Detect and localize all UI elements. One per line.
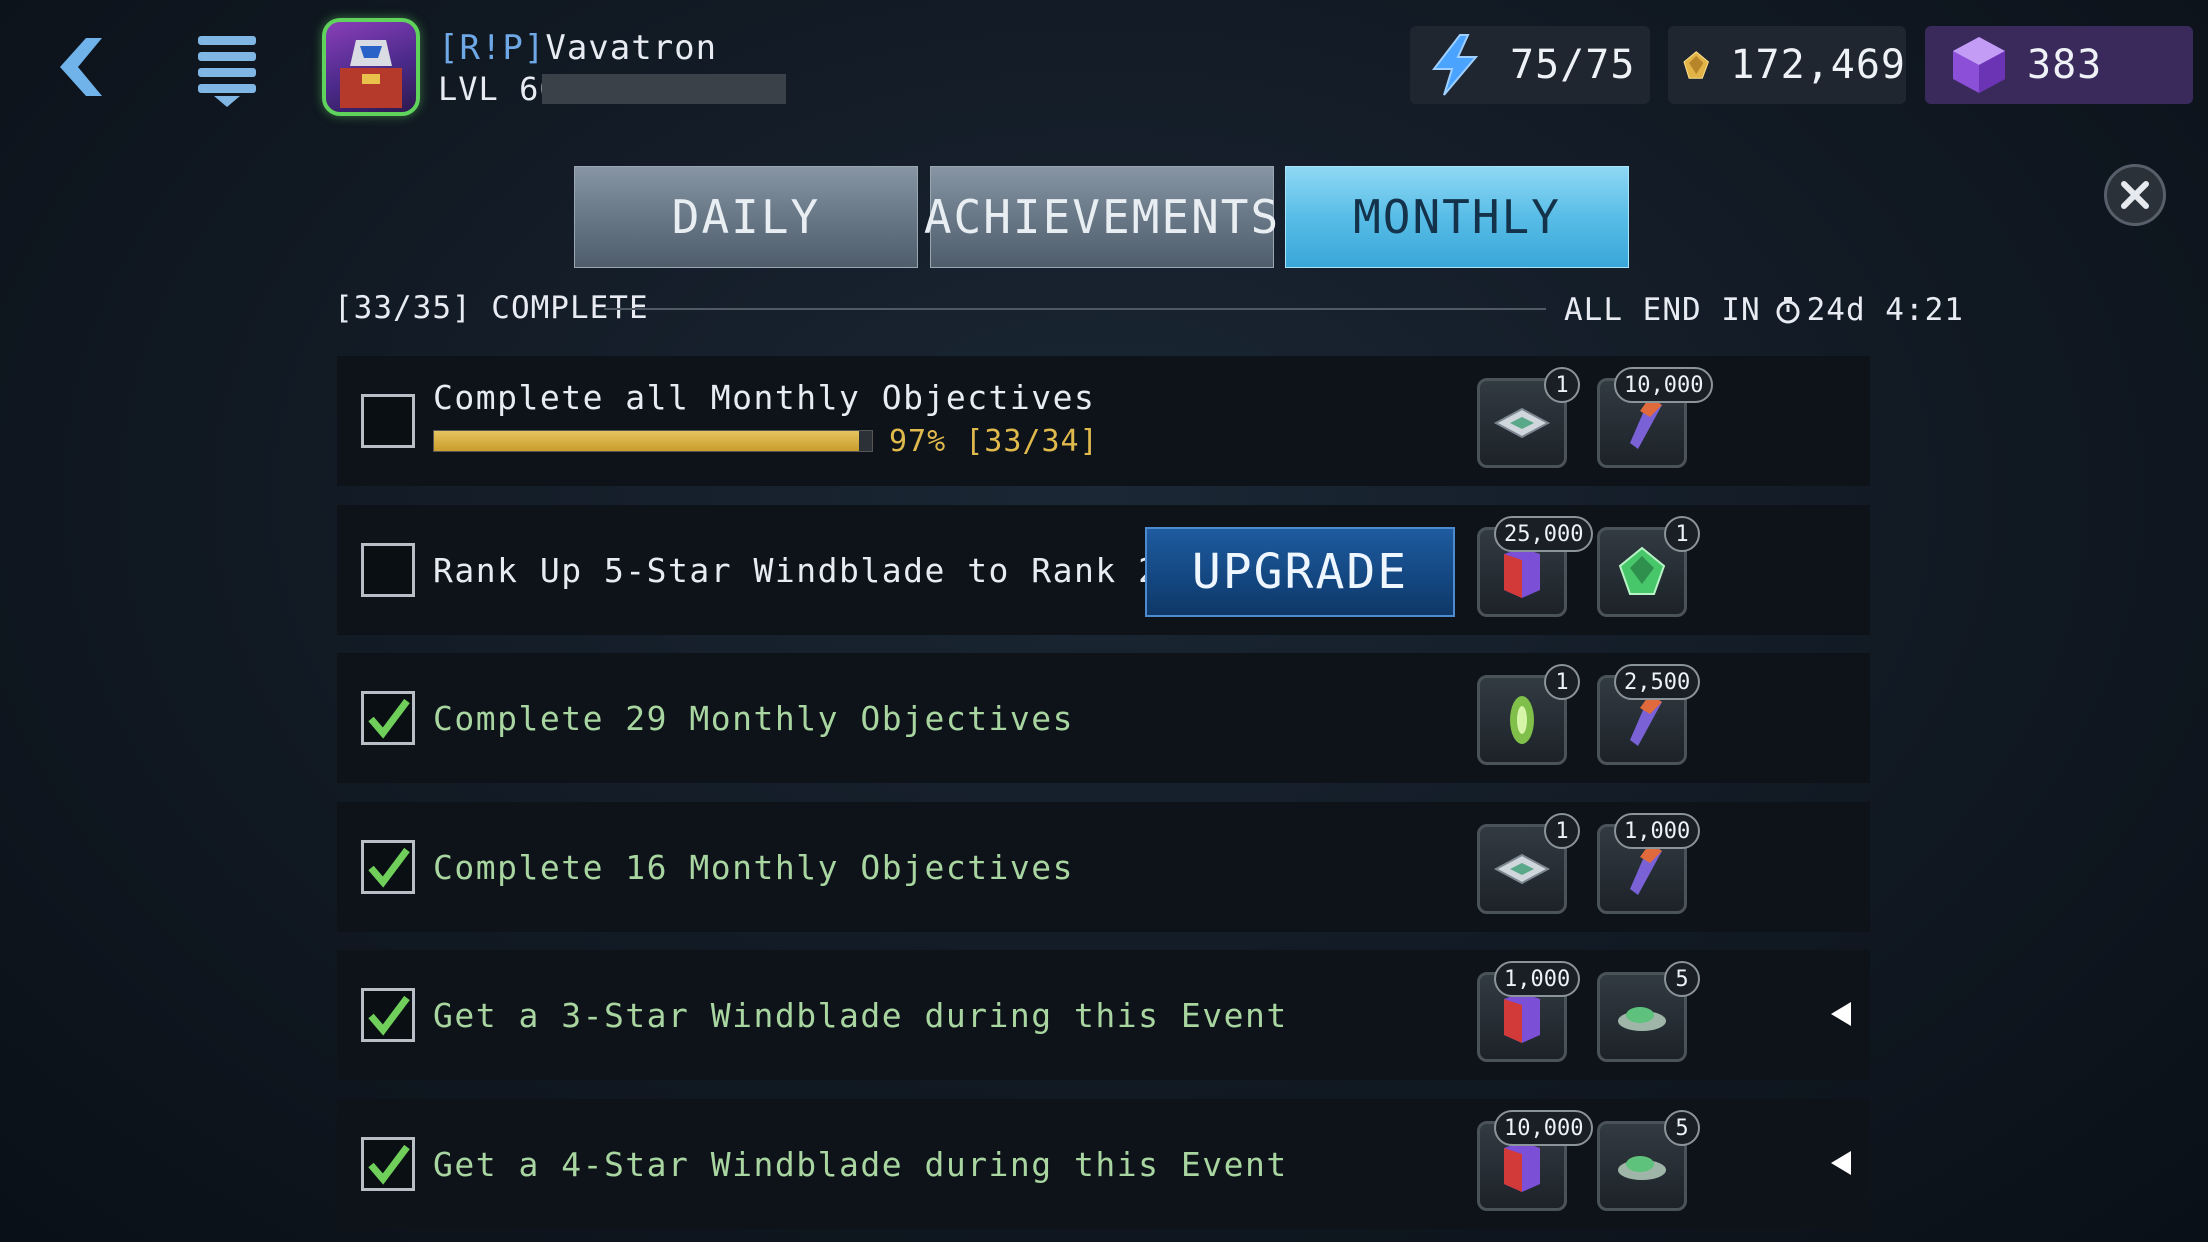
reward-count: 1,000 xyxy=(1614,813,1701,849)
reward-slot[interactable]: 2,500 xyxy=(1597,664,1701,765)
player-avatar[interactable] xyxy=(322,18,420,116)
objective-checkbox xyxy=(361,691,415,745)
objective-row: Get a 3-Star Windblade during this Event… xyxy=(337,950,1870,1080)
checkmark-icon xyxy=(368,847,410,888)
objective-checkbox xyxy=(361,394,415,448)
tab-monthly[interactable]: MONTHLY xyxy=(1285,166,1629,268)
gold-value: 172,469 xyxy=(1730,42,1906,88)
objective-progress-bar xyxy=(433,430,873,452)
reward-count: 1,000 xyxy=(1494,961,1581,997)
reward-count: 1 xyxy=(1544,664,1580,700)
reward-count: 10,000 xyxy=(1614,367,1714,403)
reward-count: 1 xyxy=(1544,813,1580,849)
commander-portrait-icon xyxy=(340,40,402,108)
energon-gold-icon xyxy=(1683,51,1709,79)
reward-slot[interactable]: 1 xyxy=(1477,813,1580,914)
map-icon xyxy=(1493,407,1551,439)
reward-count: 1 xyxy=(1664,516,1700,552)
player-name: [R!P]Vavatron xyxy=(438,28,717,68)
reward-count: 5 xyxy=(1664,961,1700,997)
map-icon xyxy=(1493,853,1551,885)
spark-icon xyxy=(1510,696,1534,744)
energy-value: 75/75 xyxy=(1510,42,1636,88)
tab-achievements[interactable]: ACHIEVEMENTS xyxy=(924,166,1278,268)
summary-divider xyxy=(604,308,1546,310)
xp-bar xyxy=(542,74,786,104)
objective-row: Complete 16 Monthly Objectives 1 1,000 xyxy=(337,802,1870,932)
reward-slot[interactable]: 1 xyxy=(1477,664,1580,765)
expand-arrow-icon[interactable] xyxy=(1829,1149,1853,1177)
reward-count: 25,000 xyxy=(1494,516,1594,552)
end-timer: ALL END IN 24d 4:21 xyxy=(1564,292,1964,328)
green-gem-icon xyxy=(1618,546,1666,595)
objective-checkbox xyxy=(361,840,415,894)
chevron-left-icon xyxy=(60,38,102,96)
reward-slot[interactable]: 1,000 xyxy=(1477,961,1581,1062)
upgrade-button[interactable]: UPGRADE xyxy=(1145,527,1455,617)
checkmark-icon xyxy=(368,1144,410,1185)
close-button[interactable] xyxy=(2104,164,2166,226)
cybertron-ship-icon xyxy=(1618,1156,1666,1180)
checkmark-icon xyxy=(368,995,410,1036)
cybertron-ship-icon xyxy=(1618,1007,1666,1031)
reward-slot[interactable]: 1 xyxy=(1597,516,1700,617)
player-name-text: Vavatron xyxy=(545,28,718,68)
checkmark-icon xyxy=(368,698,410,739)
reward-slot[interactable]: 5 xyxy=(1597,1110,1700,1211)
objective-progress-text: 97% [33/34] xyxy=(889,424,1099,459)
close-icon xyxy=(2121,181,2149,209)
reward-slot[interactable]: 10,000 xyxy=(1477,1110,1594,1211)
objective-checkbox xyxy=(361,988,415,1042)
reward-count: 5 xyxy=(1664,1110,1700,1146)
objective-checkbox xyxy=(361,543,415,597)
objective-title: Complete all Monthly Objectives xyxy=(433,378,1096,417)
gem-value: 383 xyxy=(2027,42,2103,88)
objective-row: Complete all Monthly Objectives 97% [33/… xyxy=(337,356,1870,486)
objective-title: Complete 29 Monthly Objectives xyxy=(433,699,1075,738)
menu-button[interactable] xyxy=(192,30,262,110)
objective-title: Rank Up 5-Star Windblade to Rank 2 xyxy=(433,551,1160,590)
objective-checkbox xyxy=(361,1137,415,1191)
gold-counter[interactable]: 172,469 xyxy=(1668,26,1906,104)
reward-slot[interactable]: 5 xyxy=(1597,961,1700,1062)
back-button[interactable] xyxy=(48,32,118,102)
reward-slot[interactable]: 1,000 xyxy=(1597,813,1701,914)
alliance-tag: [R!P] xyxy=(438,28,546,68)
gem-counter[interactable]: 383 xyxy=(1925,26,2193,104)
lightning-icon xyxy=(1431,34,1479,96)
objective-row: Complete 29 Monthly Objectives 1 2,500 xyxy=(337,653,1870,783)
objective-row: Rank Up 5-Star Windblade to Rank 2 UPGRA… xyxy=(337,505,1870,635)
objective-progress-fill xyxy=(434,431,859,451)
objective-title: Complete 16 Monthly Objectives xyxy=(433,848,1075,887)
reward-count: 1 xyxy=(1544,367,1580,403)
hamburger-menu-icon xyxy=(198,36,256,107)
objective-title: Get a 3-Star Windblade during this Event xyxy=(433,996,1288,1035)
reward-slot[interactable]: 10,000 xyxy=(1597,367,1714,468)
energy-counter[interactable]: 75/75 xyxy=(1410,26,1650,104)
objective-row: Get a 4-Star Windblade during this Event… xyxy=(337,1099,1870,1229)
objective-title: Get a 4-Star Windblade during this Event xyxy=(433,1145,1288,1184)
reward-count: 2,500 xyxy=(1614,664,1701,700)
completion-summary: [33/35] COMPLETE xyxy=(334,290,649,326)
purple-cube-icon xyxy=(1953,37,2005,93)
reward-slot[interactable]: 1 xyxy=(1477,367,1580,468)
end-timer-value: 24d 4:21 xyxy=(1806,292,1964,328)
end-timer-label: ALL END IN xyxy=(1564,292,1761,328)
reward-count: 10,000 xyxy=(1494,1110,1594,1146)
reward-slot[interactable]: 25,000 xyxy=(1477,516,1594,617)
stopwatch-icon xyxy=(1776,297,1800,324)
tab-daily[interactable]: DAILY xyxy=(574,166,918,268)
expand-arrow-icon[interactable] xyxy=(1829,1000,1853,1028)
